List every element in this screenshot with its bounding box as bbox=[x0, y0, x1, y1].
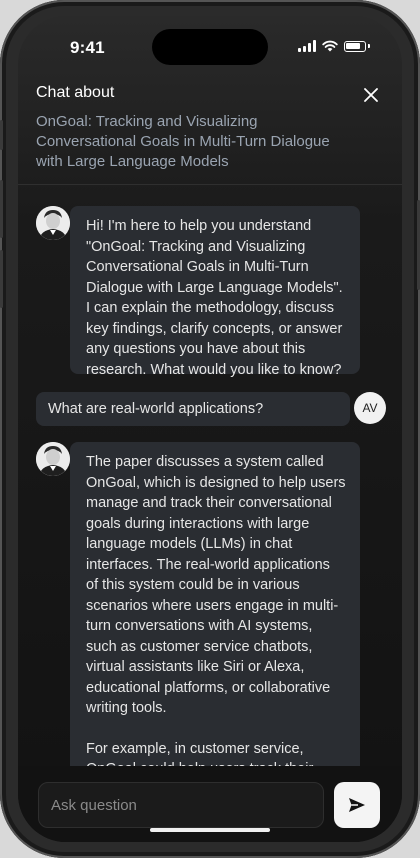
send-button[interactable] bbox=[334, 782, 380, 828]
mute-switch bbox=[0, 120, 3, 150]
status-icons bbox=[298, 40, 370, 52]
question-input[interactable] bbox=[38, 782, 324, 828]
volume-down-button bbox=[0, 250, 3, 308]
close-icon bbox=[364, 88, 378, 102]
portrait-icon bbox=[36, 442, 70, 476]
status-time: 9:41 bbox=[70, 38, 105, 57]
battery-tip bbox=[368, 44, 370, 48]
paper-title: OnGoal: Tracking and Visualizing Convers… bbox=[36, 113, 330, 170]
chat-about-label: Chat about bbox=[36, 84, 115, 101]
bot-avatar bbox=[36, 206, 70, 240]
portrait-icon bbox=[36, 206, 70, 240]
battery-icon bbox=[344, 40, 366, 52]
header-divider bbox=[18, 184, 402, 185]
bot-message-paragraph: For example, in customer service, OnGoal… bbox=[86, 740, 313, 767]
bot-message-paragraph: The paper discusses a system called OnGo… bbox=[86, 454, 346, 716]
user-avatar: AV bbox=[354, 392, 386, 424]
status-bar: 9:41 bbox=[18, 16, 402, 76]
chat-header: Chat about OnGoal: Tracking and Visualiz… bbox=[36, 84, 384, 172]
close-button[interactable] bbox=[360, 84, 382, 106]
bot-message: The paper discusses a system called OnGo… bbox=[70, 442, 360, 766]
cellular-signal-icon bbox=[298, 40, 316, 52]
home-indicator bbox=[150, 828, 270, 832]
send-icon bbox=[349, 798, 365, 812]
dynamic-island bbox=[152, 29, 268, 65]
bot-message-text: Hi! I'm here to help you understand "OnG… bbox=[86, 218, 343, 378]
phone-frame: 9:41 Chat about OnGoal: Tracking and Vis… bbox=[0, 0, 420, 858]
bot-message: Hi! I'm here to help you understand "OnG… bbox=[70, 206, 360, 378]
screen: 9:41 Chat about OnGoal: Tracking and Vis… bbox=[18, 16, 402, 842]
message-list[interactable]: Hi! I'm here to help you understand "OnG… bbox=[18, 186, 402, 766]
user-message: What are real-world applications? bbox=[36, 392, 350, 426]
bot-avatar bbox=[36, 442, 70, 476]
volume-up-button bbox=[0, 180, 3, 238]
wifi-icon bbox=[322, 40, 338, 52]
